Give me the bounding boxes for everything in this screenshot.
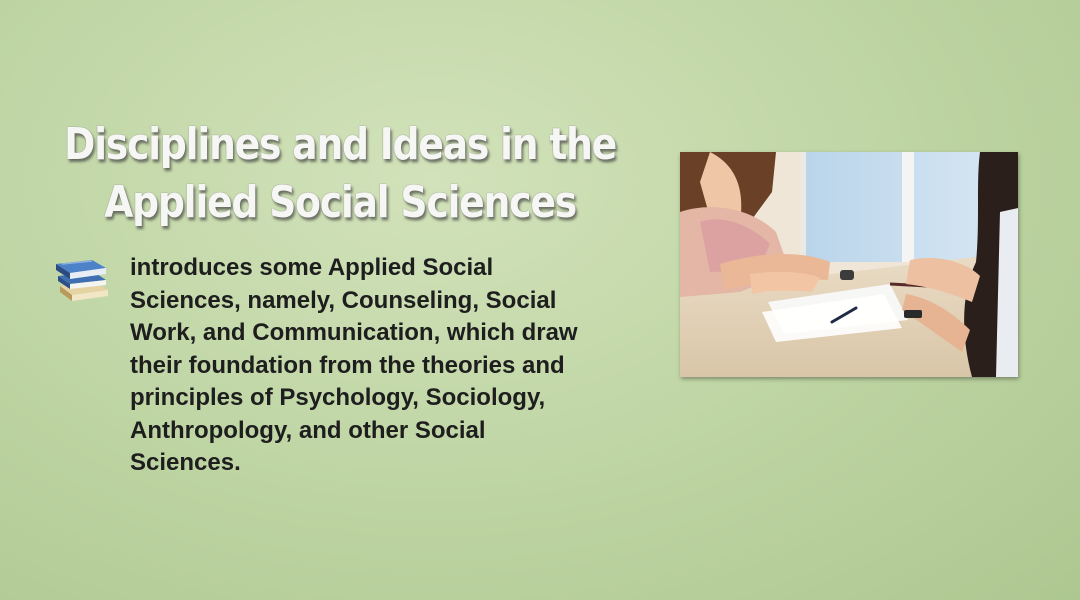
- bullet-text-line: introduces some Applied Social: [130, 254, 494, 281]
- slide-title-line-1: Disciplines and Ideas in the: [63, 119, 617, 170]
- bullet-text: introduces some Applied Social Sciences,…: [130, 252, 650, 480]
- bullet-text-line: Anthropology, and other Social: [130, 416, 486, 444]
- bullet-text-line: their foundation from the theories and: [130, 351, 565, 379]
- bullet-text-line: Work, and Communication, which draw: [130, 319, 578, 346]
- books-icon: [52, 252, 114, 304]
- counseling-photo: [680, 152, 1018, 377]
- slide-title: Disciplines and Ideas in the Applied Soc…: [48, 116, 633, 232]
- bullet-text-line: Sciences, namely, Counseling, Social: [130, 286, 557, 314]
- slide: Disciplines and Ideas in the Applied Soc…: [0, 0, 1080, 600]
- bullet-text-line: Sciences.: [130, 449, 241, 476]
- bullet-text-line: principles of Psychology, Sociology,: [130, 384, 546, 411]
- slide-title-line-2: Applied Social Sciences: [104, 177, 577, 228]
